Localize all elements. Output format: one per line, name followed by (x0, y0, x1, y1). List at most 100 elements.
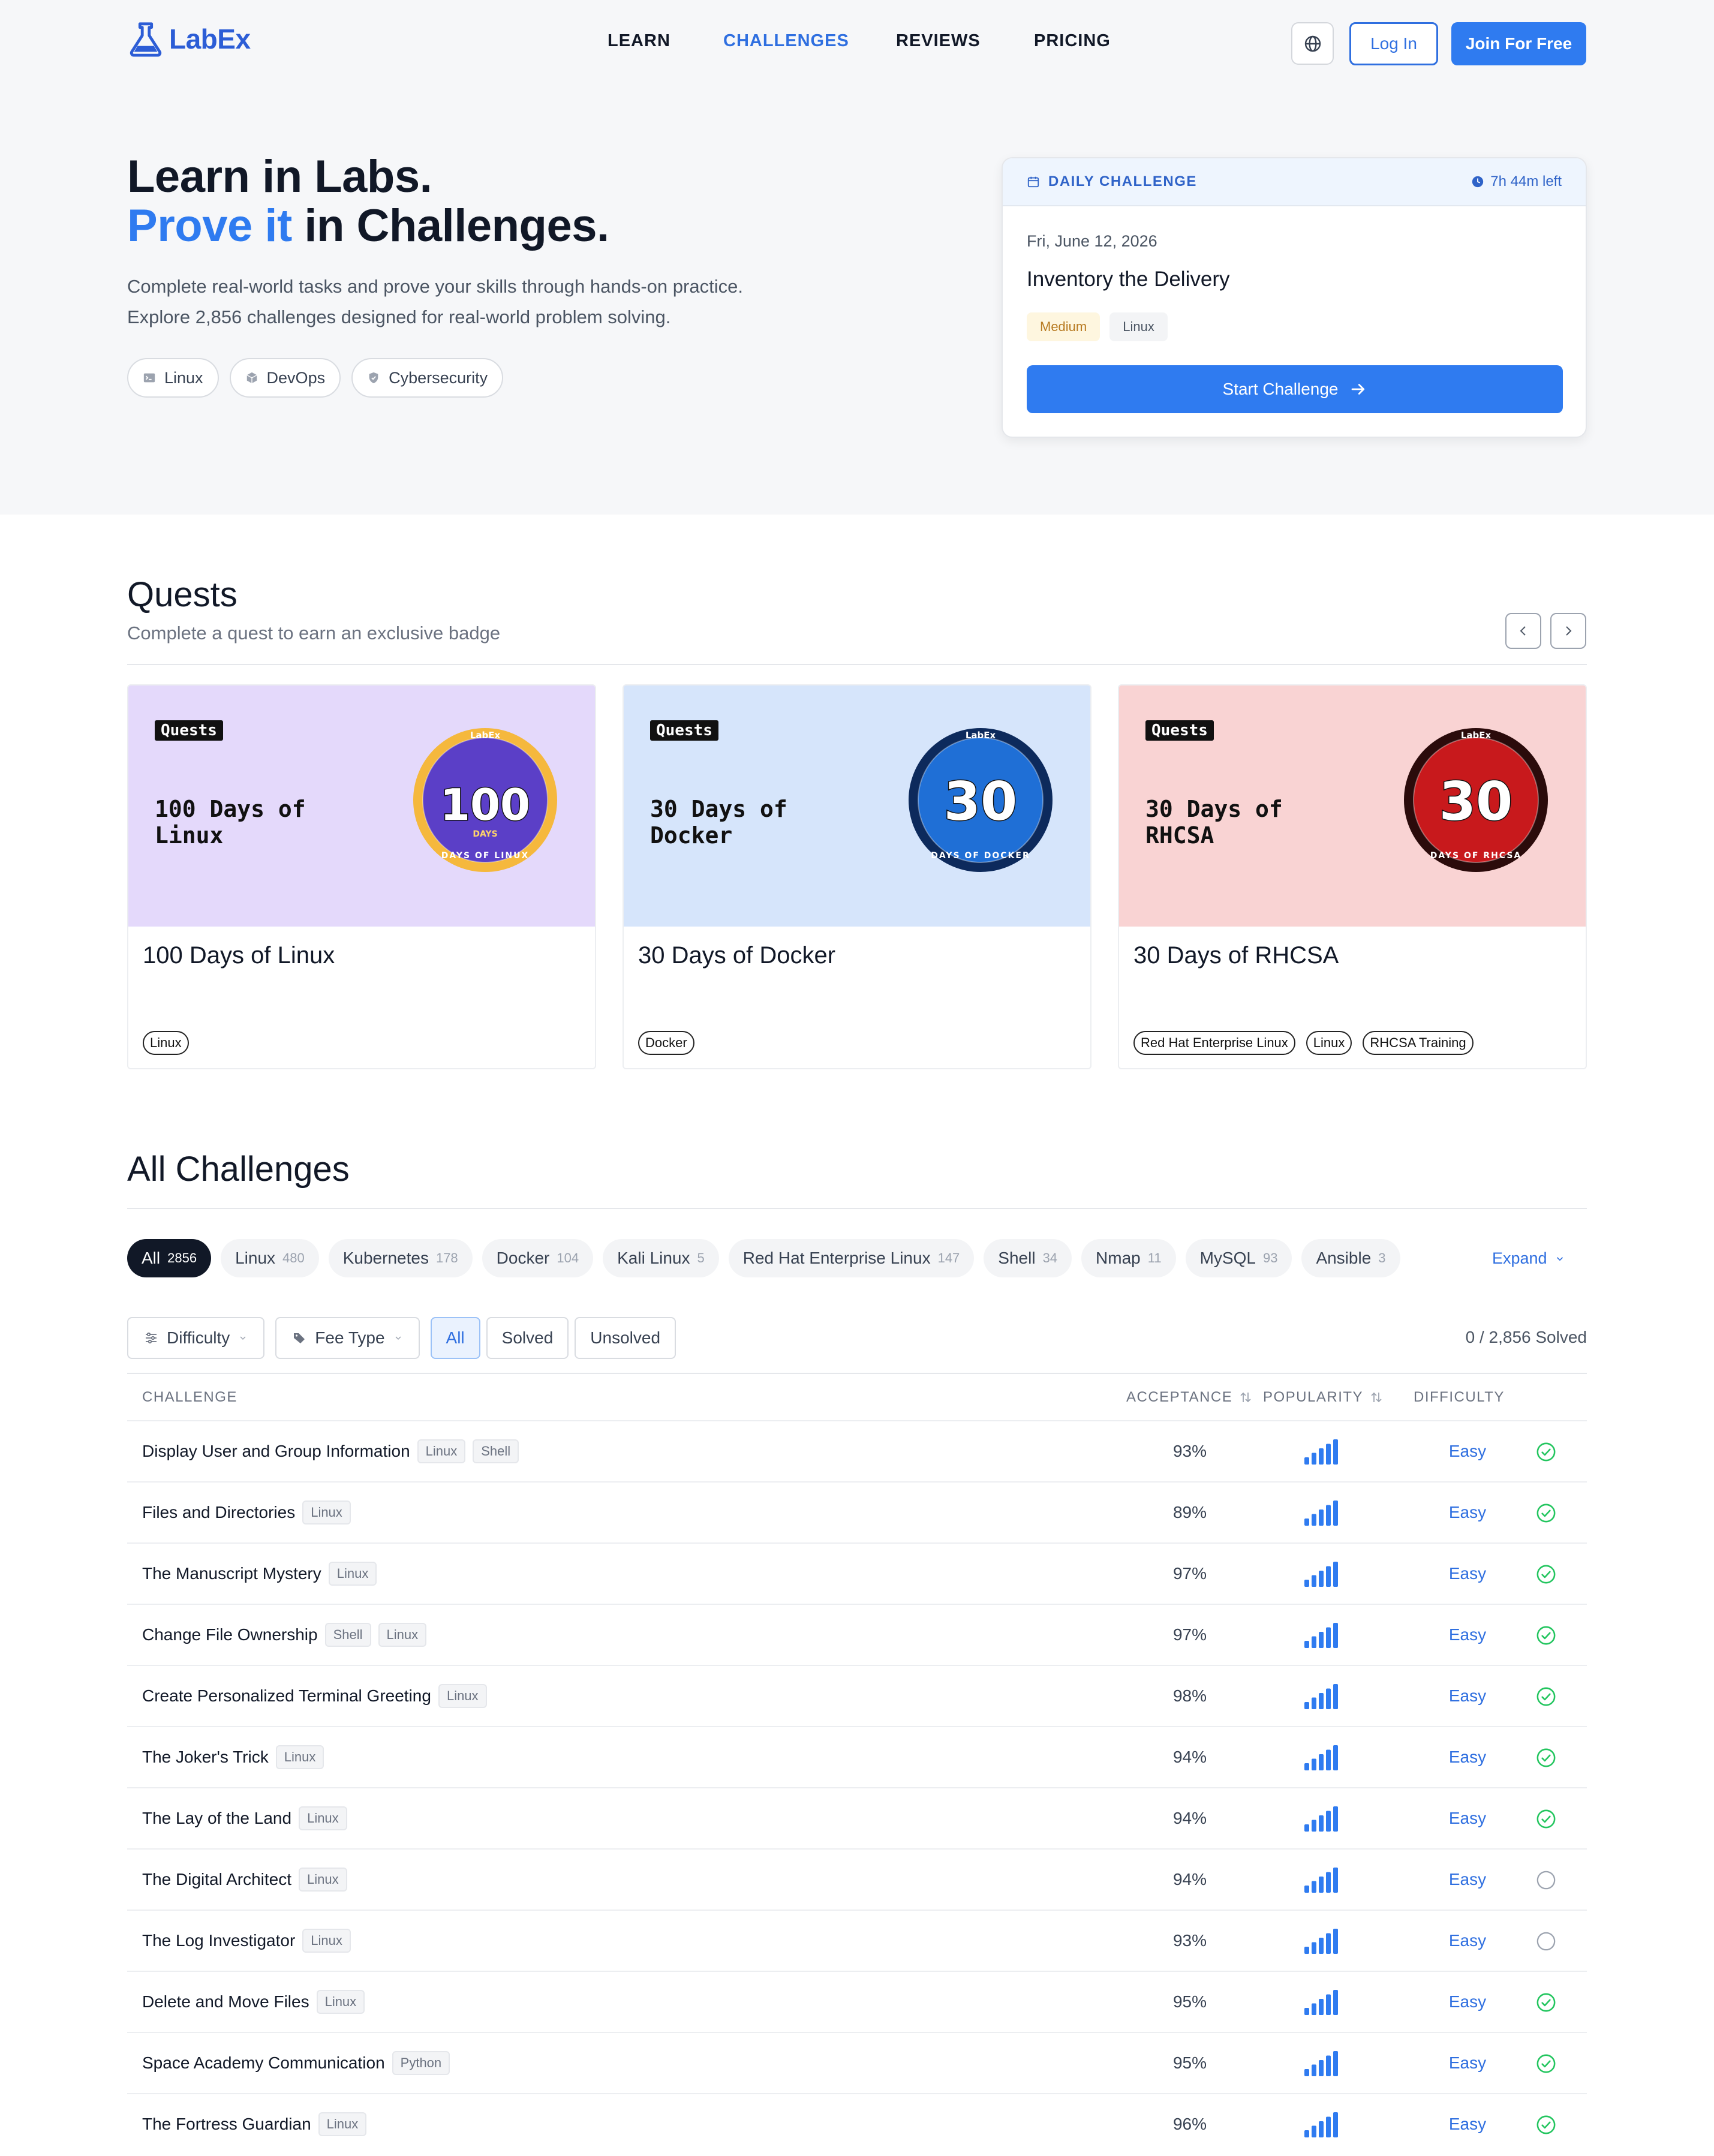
segment-all[interactable]: All (430, 1317, 480, 1359)
login-button[interactable]: Log In (1349, 22, 1438, 65)
popularity-bar (1312, 1881, 1316, 1893)
challenge-name[interactable]: Display User and Group Information (142, 1442, 410, 1461)
table-row[interactable]: Files and Directories Linux 89% Easy (127, 1481, 1587, 1542)
challenge-tag[interactable]: Linux (328, 1562, 377, 1586)
category-pill[interactable]: Shell 34 (984, 1239, 1072, 1277)
start-challenge-label: Start Challenge (1222, 380, 1339, 398)
quest-tag[interactable]: Red Hat Enterprise Linux (1133, 1031, 1295, 1055)
popularity-bar (1333, 1990, 1338, 2015)
challenge-tag[interactable]: Python (392, 2051, 450, 2075)
popularity-bar (1319, 2060, 1324, 2076)
challenge-tag[interactable]: Linux (417, 1439, 466, 1463)
difficulty-filter[interactable]: Difficulty (127, 1317, 265, 1359)
challenge-tag[interactable]: Linux (299, 1868, 347, 1892)
column-header-popularity[interactable]: POPULARITY (1263, 1389, 1384, 1406)
difficulty-label: Easy (1448, 1686, 1487, 1705)
challenge-name[interactable]: The Digital Architect (142, 1870, 291, 1889)
hero-title: Learn in Labs. Prove it in Challenges. (127, 152, 609, 251)
challenge-name[interactable]: The Joker's Trick (142, 1748, 269, 1767)
category-pill[interactable]: Nmap 11 (1081, 1239, 1176, 1277)
challenge-name[interactable]: The Log Investigator (142, 1931, 295, 1950)
table-row[interactable]: The Fortress Guardian Linux 96% Easy (127, 2093, 1587, 2154)
segment-solved[interactable]: Solved (486, 1317, 569, 1359)
category-pill[interactable]: Ansible 3 (1301, 1239, 1400, 1277)
challenge-name[interactable]: The Lay of the Land (142, 1809, 291, 1828)
quest-card[interactable]: Quests 30 Days of RHCSA LabEx 30 DAYS OF RHC… (1118, 684, 1587, 1069)
medal-number: 30 (944, 771, 1017, 832)
challenge-name[interactable]: Files and Directories (142, 1503, 295, 1522)
daily-challenge-card: DAILY CHALLENGE 7h 44m left Fri, June 12… (1002, 157, 1587, 438)
acceptance-rate: 89% (1172, 1503, 1207, 1521)
topic-pill-linux[interactable]: Linux (127, 358, 219, 398)
join-button[interactable]: Join For Free (1451, 22, 1586, 65)
carousel-next-button[interactable] (1550, 613, 1586, 649)
start-challenge-button[interactable]: Start Challenge (1027, 365, 1563, 413)
challenge-tag[interactable]: Linux (302, 1929, 351, 1953)
challenge-name[interactable]: Delete and Move Files (142, 1992, 309, 2011)
nav-learn[interactable]: LEARN (608, 31, 670, 51)
quest-card[interactable]: Quests 30 Days of Docker LabEx 30 DAYS OF DO… (623, 684, 1091, 1069)
category-pill[interactable]: Kali Linux 5 (603, 1239, 719, 1277)
popularity-bar (1304, 1518, 1309, 1526)
category-pill[interactable]: Linux 480 (221, 1239, 319, 1277)
quest-tag[interactable]: Linux (143, 1031, 189, 1055)
difficulty-label: Easy (1448, 1564, 1487, 1583)
fee-type-filter[interactable]: Fee Type (275, 1317, 420, 1359)
table-row[interactable]: Change File Ownership Shell Linux 97% Easy (127, 1604, 1587, 1665)
quest-name[interactable]: 30 Days of RHCSA (1133, 942, 1339, 969)
quest-name[interactable]: 100 Days of Linux (143, 942, 335, 969)
daily-title[interactable]: Inventory the Delivery (1027, 267, 1229, 291)
table-row[interactable]: The Manuscript Mystery Linux 97% Easy (127, 1542, 1587, 1604)
category-pill[interactable]: MySQL 93 (1185, 1239, 1292, 1277)
category-pill[interactable]: Red Hat Enterprise Linux 147 (728, 1239, 975, 1277)
table-row[interactable]: Create Personalized Terminal Greeting Lin… (127, 1665, 1587, 1726)
medal-number: 100 (440, 780, 530, 830)
challenge-tag[interactable]: Linux (438, 1684, 487, 1708)
table-row[interactable]: Delete and Move Files Linux 95% Easy (127, 1971, 1587, 2032)
challenge-tag[interactable]: Shell (324, 1623, 371, 1647)
challenge-tag[interactable]: Linux (378, 1623, 427, 1647)
tag-icon (294, 1333, 305, 1343)
table-row[interactable]: The Digital Architect Linux 94% Easy (127, 1848, 1587, 1910)
topic-pill-label: DevOps (266, 368, 326, 387)
challenge-name[interactable]: Change File Ownership (142, 1625, 318, 1644)
column-header-acceptance[interactable]: ACCEPTANCE (1126, 1389, 1253, 1406)
challenge-tag[interactable]: Linux (318, 2112, 367, 2136)
category-pill[interactable]: Docker 104 (482, 1239, 594, 1277)
challenge-tag[interactable]: Linux (275, 1745, 324, 1769)
quest-name[interactable]: 30 Days of Docker (638, 942, 835, 969)
nav-challenges[interactable]: CHALLENGES (723, 31, 849, 51)
challenge-name[interactable]: Space Academy Communication (142, 2053, 385, 2073)
nav-pricing[interactable]: PRICING (1034, 31, 1111, 51)
challenge-name[interactable]: The Manuscript Mystery (142, 1564, 321, 1583)
clock-icon (1472, 176, 1484, 188)
quest-card[interactable]: Quests 100 Days of Linux LabEx 100 DAYS DAYS … (127, 684, 596, 1069)
nav-reviews[interactable]: REVIEWS (896, 31, 981, 51)
popularity-bar (1319, 1815, 1324, 1832)
table-row[interactable]: Space Academy Communication Python 95% Easy (127, 2032, 1587, 2093)
challenge-name[interactable]: The Fortress Guardian (142, 2115, 311, 2134)
challenge-name-cell: Delete and Move Files Linux (142, 1972, 365, 2032)
table-row[interactable]: The Joker's Trick Linux 94% Easy (127, 1726, 1587, 1787)
topic-pill-devops[interactable]: DevOps (229, 358, 341, 398)
quest-tag[interactable]: RHCSA Training (1363, 1031, 1474, 1055)
quest-tag[interactable]: Linux (1306, 1031, 1352, 1055)
challenge-tag[interactable]: Shell (473, 1439, 519, 1463)
challenge-tag[interactable]: Linux (302, 1501, 351, 1524)
topic-pill-cybersecurity[interactable]: Cybersecurity (351, 358, 504, 398)
category-pill[interactable]: Kubernetes 178 (328, 1239, 473, 1277)
challenge-tag[interactable]: Linux (299, 1806, 347, 1830)
quest-tag[interactable]: Docker (638, 1031, 694, 1055)
table-row[interactable]: The Log Investigator Linux 93% Easy (127, 1910, 1587, 1971)
category-pill[interactable]: All 2856 (127, 1239, 212, 1277)
daily-challenge-label: DAILY CHALLENGE (1027, 173, 1197, 190)
segment-unsolved[interactable]: Unsolved (575, 1317, 676, 1359)
table-row[interactable]: Display User and Group Information Linux S… (127, 1420, 1587, 1481)
expand-categories-button[interactable]: Expand (1492, 1249, 1565, 1268)
carousel-prev-button[interactable] (1505, 613, 1541, 649)
challenge-name[interactable]: Create Personalized Terminal Greeting (142, 1686, 431, 1706)
language-button[interactable] (1291, 22, 1334, 65)
challenge-tag[interactable]: Linux (316, 1990, 365, 2014)
category-label: Ansible (1316, 1249, 1372, 1267)
table-row[interactable]: The Lay of the Land Linux 94% Easy (127, 1787, 1587, 1848)
